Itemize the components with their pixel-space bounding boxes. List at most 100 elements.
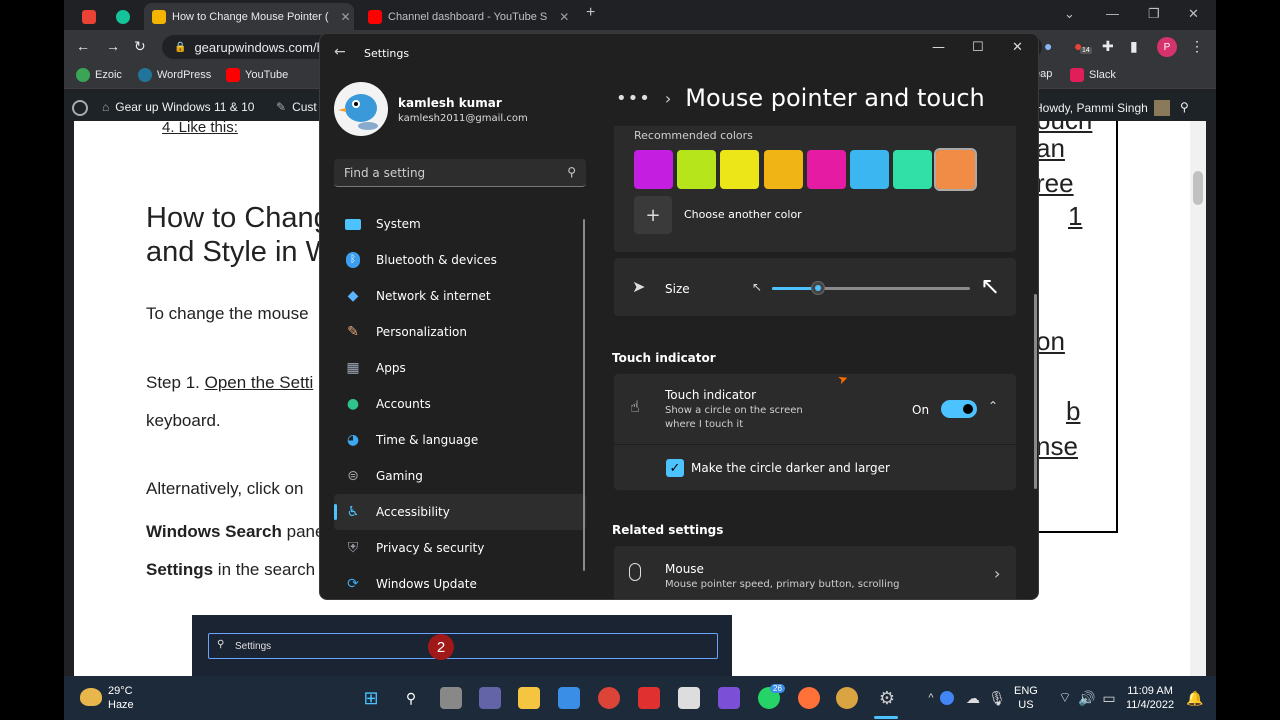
back-arrow-icon[interactable]: ←: [334, 44, 346, 60]
wifi-icon[interactable]: ⌔: [1054, 687, 1076, 709]
volume-icon[interactable]: 🔊: [1076, 687, 1098, 709]
forward-icon[interactable]: →: [106, 38, 120, 54]
tab-youtube-studio[interactable]: Channel dashboard - YouTube S ✕: [360, 3, 576, 30]
clock[interactable]: 11:09 AM 11/4/2022: [1126, 684, 1174, 712]
game-icon[interactable]: [836, 687, 858, 709]
bookmark-wordpress[interactable]: WordPress: [138, 68, 211, 82]
tab-grammarly[interactable]: [108, 3, 138, 30]
close-icon[interactable]: ✕: [559, 10, 569, 24]
reload-icon[interactable]: ↻: [134, 38, 146, 55]
color-swatch[interactable]: [677, 150, 717, 189]
wp-customize-link[interactable]: ✎ Cust: [276, 100, 317, 114]
minimize-button[interactable]: —: [1106, 6, 1119, 21]
task-view-icon[interactable]: [440, 687, 462, 709]
add-color-icon[interactable]: +: [634, 196, 672, 234]
bookmark-slack[interactable]: Slack: [1070, 68, 1116, 82]
keyboard-layout: US: [1018, 699, 1034, 711]
nav-label: Time & language: [376, 433, 479, 447]
more-icon[interactable]: •••: [616, 88, 651, 109]
notepad-icon[interactable]: [678, 687, 700, 709]
weather-widget[interactable]: 29°C Haze: [108, 684, 134, 712]
brush-icon: ✎: [276, 100, 287, 114]
nav-item-accessibility[interactable]: ♿ Accessibility: [334, 494, 586, 530]
firefox-icon[interactable]: [798, 687, 820, 709]
nav-item-network[interactable]: ◆ Network & internet: [334, 278, 586, 314]
tab-title: How to Change Mouse Pointer (: [172, 10, 329, 23]
search-icon[interactable]: ⚲: [1180, 100, 1189, 114]
nav-item-system[interactable]: System: [334, 206, 586, 242]
onedrive-icon[interactable]: ☁: [962, 687, 984, 709]
nav-item-privacy[interactable]: ⛨ Privacy & security: [334, 530, 586, 566]
puzzle-icon[interactable]: ✚: [1102, 38, 1114, 55]
minimize-button[interactable]: —: [932, 40, 945, 55]
close-window-button[interactable]: ✕: [1188, 6, 1199, 22]
search-icon[interactable]: ⚲: [400, 687, 422, 709]
scrollbar-thumb[interactable]: [1193, 171, 1203, 205]
profile-avatar[interactable]: P: [1157, 37, 1177, 57]
nav-item-apps[interactable]: ▦ Apps: [334, 350, 586, 386]
darker-checkbox[interactable]: ✓: [666, 459, 684, 477]
chrome-tray-icon[interactable]: [940, 691, 954, 705]
menu-icon[interactable]: ⋮: [1190, 38, 1204, 55]
sidepanel-icon[interactable]: ▮: [1130, 38, 1138, 55]
close-button[interactable]: ✕: [1012, 40, 1023, 55]
maximize-button[interactable]: ☐: [972, 40, 984, 55]
file-explorer-icon[interactable]: [518, 687, 540, 709]
account-extension-icon[interactable]: ●: [1044, 38, 1052, 54]
nav-item-gaming[interactable]: ⊜ Gaming: [334, 458, 586, 494]
wp-site-link[interactable]: ⌂ Gear up Windows 11 & 10: [102, 100, 254, 114]
back-icon[interactable]: ←: [76, 38, 90, 54]
settings-icon[interactable]: ⚙: [876, 687, 898, 709]
notification-bell-icon[interactable]: 🔔: [1184, 687, 1206, 709]
settings-link[interactable]: Open the Setti: [205, 373, 314, 392]
clipchamp-icon[interactable]: [718, 687, 740, 709]
start-icon[interactable]: ⊞: [360, 687, 382, 709]
bookmark-youtube[interactable]: YouTube: [226, 68, 288, 82]
battery-icon[interactable]: ▭: [1098, 687, 1120, 709]
touch-indicator-toggle[interactable]: [941, 400, 977, 418]
nav-item-accounts[interactable]: ● Accounts: [334, 386, 586, 422]
restore-button[interactable]: ❐: [1148, 6, 1160, 22]
nav-item-windows-update[interactable]: ⟳ Windows Update: [334, 566, 586, 599]
nav-item-bluetooth[interactable]: ᛒ Bluetooth & devices: [334, 242, 586, 278]
language-code: ENG: [1014, 685, 1038, 697]
content-scrollbar[interactable]: [1034, 294, 1037, 489]
avatar[interactable]: [334, 82, 388, 136]
tab-article[interactable]: How to Change Mouse Pointer ( ✕: [144, 3, 354, 30]
network-icon: ◆: [347, 288, 359, 304]
microphone-icon[interactable]: 🎙: [986, 687, 1008, 709]
nav-scrollbar[interactable]: [583, 219, 585, 571]
size-slider-track[interactable]: [772, 281, 970, 295]
color-swatch[interactable]: [850, 150, 889, 189]
choose-another-color[interactable]: Choose another color: [684, 208, 802, 221]
color-swatch[interactable]: [720, 150, 760, 189]
wordpress-logo-icon[interactable]: [72, 100, 88, 116]
huawei-icon[interactable]: [638, 687, 660, 709]
color-swatch[interactable]: [893, 150, 933, 189]
color-swatch[interactable]: [806, 150, 846, 189]
large-pointer-icon: ↖: [980, 272, 1001, 300]
nav-item-personalization[interactable]: ✎ Personalization: [334, 314, 586, 350]
nav-item-time-language[interactable]: ◕ Time & language: [334, 422, 586, 458]
new-tab-button[interactable]: +: [586, 4, 595, 22]
wp-customize-label: Cust: [292, 100, 317, 114]
size-slider-thumb[interactable]: [810, 281, 825, 295]
chevron-up-icon[interactable]: ^: [920, 687, 942, 709]
close-icon[interactable]: ✕: [341, 10, 351, 24]
chrome-icon[interactable]: [598, 687, 620, 709]
tab-gmail[interactable]: [74, 3, 104, 30]
color-swatch[interactable]: [763, 150, 803, 189]
teams-icon[interactable]: [479, 687, 501, 709]
chevron-up-icon[interactable]: ⌃: [988, 399, 998, 413]
wp-site-name: Gear up Windows 11 & 10: [115, 100, 255, 114]
language-indicator[interactable]: ENG US: [1014, 684, 1038, 712]
page-scrollbar[interactable]: [1190, 121, 1206, 676]
find-setting-input[interactable]: Find a setting ⚲: [334, 159, 586, 187]
tab-search-icon[interactable]: ⌄: [1064, 6, 1075, 22]
color-swatch[interactable]: [634, 150, 673, 189]
store-icon[interactable]: [558, 687, 580, 709]
wp-howdy[interactable]: Howdy, Pammi Singh: [1034, 100, 1170, 116]
nav-label: Accessibility: [376, 505, 450, 519]
bookmark-ezoic[interactable]: Ezoic: [76, 68, 122, 82]
color-swatch[interactable]: [934, 148, 978, 191]
